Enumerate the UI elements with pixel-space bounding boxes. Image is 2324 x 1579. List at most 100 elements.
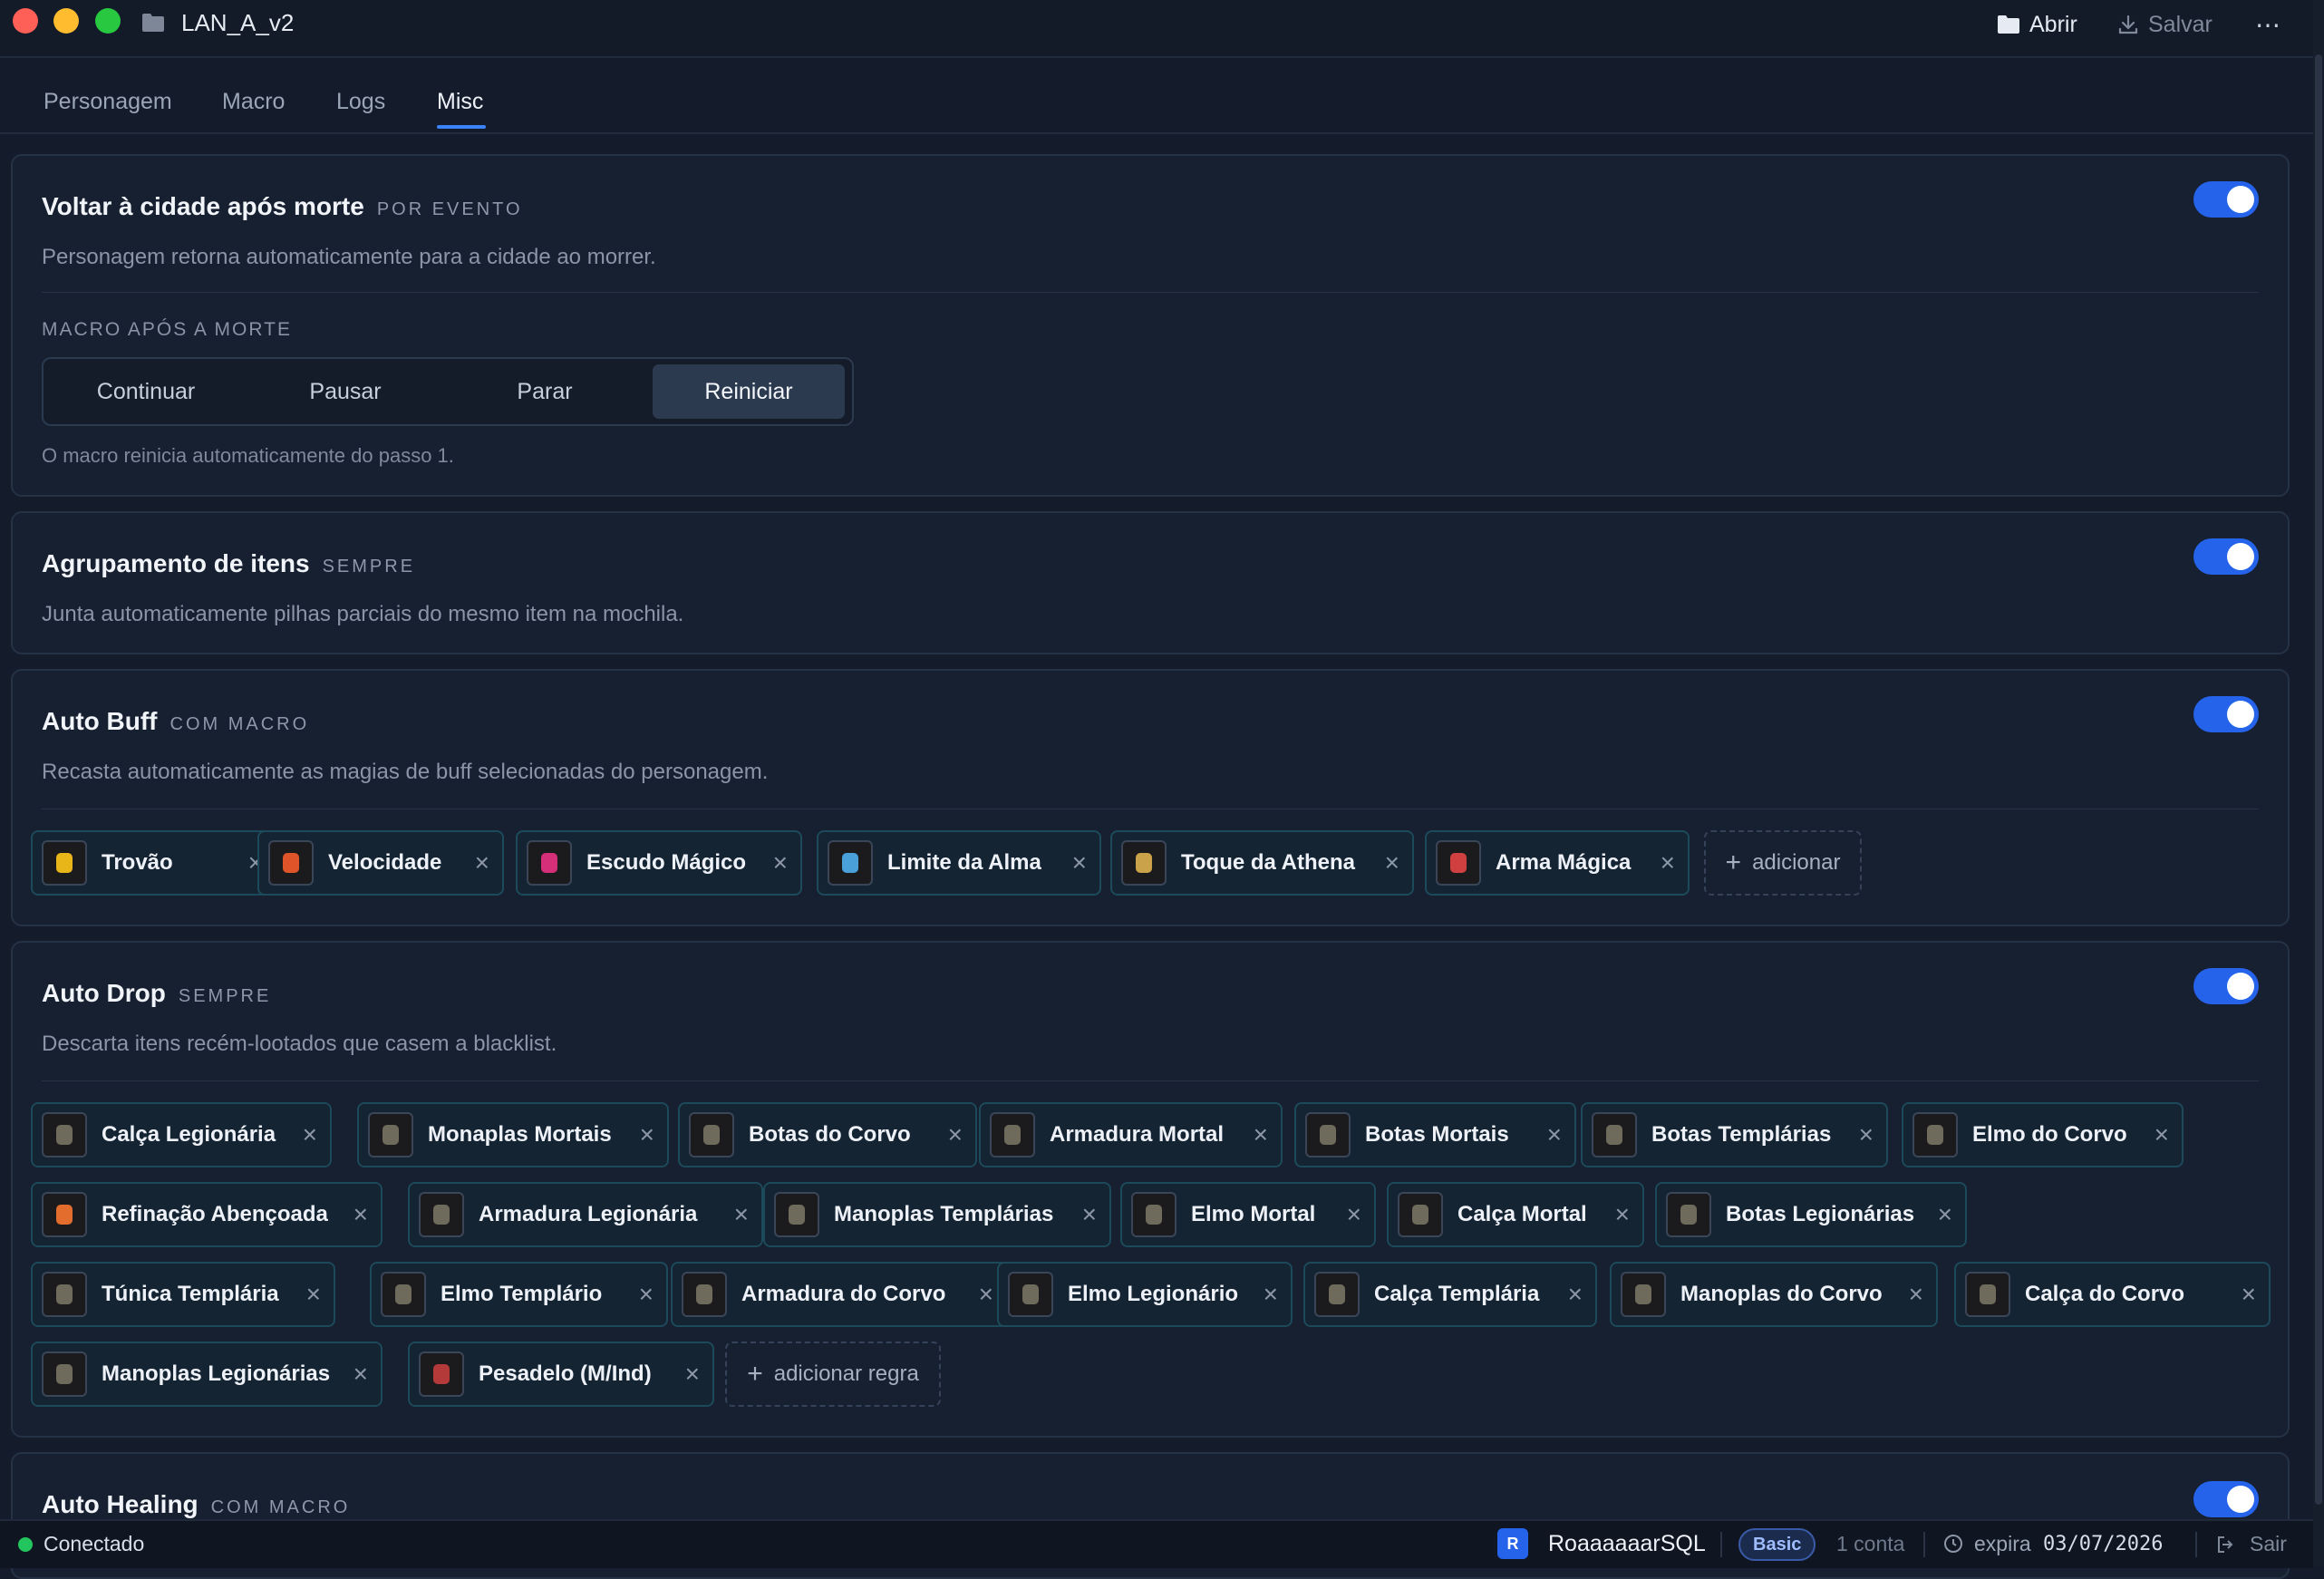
- item-label: Calça Mortal: [1457, 1202, 1587, 1226]
- item-chip[interactable]: Pesadelo (M/Ind) ×: [408, 1342, 714, 1407]
- item-chip[interactable]: Botas Mortais ×: [1294, 1102, 1576, 1167]
- buff-title-text: Auto Buff: [42, 707, 158, 735]
- option-pausar[interactable]: Pausar: [248, 364, 442, 419]
- item-chip[interactable]: Trovão ×: [31, 830, 277, 896]
- remove-item-icon[interactable]: ×: [1661, 848, 1675, 878]
- minimize-window-button[interactable]: [53, 8, 79, 34]
- item-chip[interactable]: Escudo Mágico ×: [516, 830, 802, 896]
- item-label: Pesadelo (M/Ind): [479, 1361, 652, 1386]
- item-icon: [1592, 1112, 1637, 1158]
- remove-item-icon[interactable]: ×: [773, 848, 788, 878]
- remove-item-icon[interactable]: ×: [2242, 1279, 2256, 1310]
- item-icon: [1008, 1272, 1053, 1317]
- remove-item-icon[interactable]: ×: [640, 1119, 654, 1150]
- grouping-toggle[interactable]: [2193, 538, 2259, 575]
- tab-logs[interactable]: Logs: [336, 89, 385, 115]
- remove-item-icon[interactable]: ×: [1547, 1119, 1562, 1150]
- item-chip[interactable]: Manoplas do Corvo ×: [1610, 1262, 1938, 1327]
- item-chip[interactable]: Manoplas Legionárias ×: [31, 1342, 382, 1407]
- buff-toggle[interactable]: [2193, 696, 2259, 732]
- item-chip[interactable]: Túnica Templária ×: [31, 1262, 335, 1327]
- remove-item-icon[interactable]: ×: [1909, 1279, 1923, 1310]
- item-chip[interactable]: Velocidade ×: [257, 830, 504, 896]
- item-chip[interactable]: Calça Templária ×: [1303, 1262, 1597, 1327]
- item-chip[interactable]: Elmo do Corvo ×: [1902, 1102, 2184, 1167]
- item-chip[interactable]: Refinação Abençoada ×: [31, 1182, 382, 1247]
- remove-item-icon[interactable]: ×: [1072, 848, 1087, 878]
- item-label: Botas Templárias: [1651, 1122, 1832, 1147]
- item-chip[interactable]: Calça Mortal ×: [1387, 1182, 1644, 1247]
- remove-item-icon[interactable]: ×: [979, 1279, 993, 1310]
- item-label: Túnica Templária: [102, 1282, 279, 1306]
- item-chip[interactable]: Botas Templárias ×: [1581, 1102, 1888, 1167]
- remove-item-icon[interactable]: ×: [353, 1199, 368, 1230]
- item-chip[interactable]: Botas do Corvo ×: [678, 1102, 977, 1167]
- healing-toggle[interactable]: [2193, 1481, 2259, 1517]
- remove-item-icon[interactable]: ×: [1264, 1279, 1278, 1310]
- item-chip[interactable]: Armadura Legionária ×: [408, 1182, 763, 1247]
- item-chip[interactable]: Limite da Alma ×: [817, 830, 1101, 896]
- item-chip[interactable]: Toque da Athena ×: [1110, 830, 1414, 896]
- remove-item-icon[interactable]: ×: [1347, 1199, 1361, 1230]
- macro-after-death-selector: Continuar Pausar Parar Reiniciar: [42, 357, 854, 426]
- remove-item-icon[interactable]: ×: [685, 1359, 700, 1390]
- item-icon: [42, 1272, 87, 1317]
- remove-item-icon[interactable]: ×: [734, 1199, 749, 1230]
- option-continuar[interactable]: Continuar: [49, 364, 243, 419]
- item-chip[interactable]: Botas Legionárias ×: [1655, 1182, 1967, 1247]
- item-chip[interactable]: Calça Legionária ×: [31, 1102, 332, 1167]
- option-reiniciar[interactable]: Reiniciar: [653, 364, 845, 419]
- more-options-button[interactable]: ⋯: [2255, 9, 2280, 40]
- connection-status: Conectado: [44, 1532, 145, 1555]
- drop-toggle[interactable]: [2193, 968, 2259, 1004]
- death-toggle[interactable]: [2193, 181, 2259, 218]
- item-chip[interactable]: Armadura do Corvo ×: [671, 1262, 1008, 1327]
- remove-item-icon[interactable]: ×: [948, 1119, 963, 1150]
- remove-item-icon[interactable]: ×: [1082, 1199, 1097, 1230]
- remove-item-icon[interactable]: ×: [306, 1279, 321, 1310]
- remove-item-icon[interactable]: ×: [1568, 1279, 1583, 1310]
- open-button[interactable]: Abrir: [1997, 9, 2077, 40]
- logout-button[interactable]: Sair: [2250, 1532, 2287, 1556]
- remove-item-icon[interactable]: ×: [1859, 1119, 1874, 1150]
- tab-macro[interactable]: Macro: [222, 89, 285, 115]
- remove-item-icon[interactable]: ×: [1385, 848, 1399, 878]
- remove-item-icon[interactable]: ×: [303, 1119, 317, 1150]
- item-chip[interactable]: Manoplas Templárias ×: [763, 1182, 1111, 1247]
- account-count: 1 conta: [1836, 1532, 1905, 1555]
- close-window-button[interactable]: [13, 8, 38, 34]
- remove-item-icon[interactable]: ×: [1615, 1199, 1630, 1230]
- remove-item-icon[interactable]: ×: [1938, 1199, 1952, 1230]
- remove-item-icon[interactable]: ×: [475, 848, 489, 878]
- remove-item-icon[interactable]: ×: [639, 1279, 654, 1310]
- add-button[interactable]: + adicionar regra: [725, 1342, 941, 1407]
- remove-item-icon[interactable]: ×: [353, 1359, 368, 1390]
- save-button[interactable]: Salvar: [2117, 9, 2213, 40]
- item-chip[interactable]: Elmo Legionário ×: [997, 1262, 1293, 1327]
- option-parar[interactable]: Parar: [448, 364, 642, 419]
- item-chip[interactable]: Monaplas Mortais ×: [357, 1102, 669, 1167]
- tab-personagem[interactable]: Personagem: [44, 89, 172, 115]
- window-scrollbar[interactable]: [2313, 0, 2324, 1566]
- maximize-window-button[interactable]: [95, 8, 121, 34]
- card-auto-drop: Auto Drop SEMPRE Descarta itens recém-loo…: [11, 941, 2290, 1438]
- item-chip[interactable]: Arma Mágica ×: [1425, 830, 1690, 896]
- remove-item-icon[interactable]: ×: [1254, 1119, 1268, 1150]
- username[interactable]: RoaaaaaarSQL: [1548, 1531, 1706, 1557]
- item-label: Botas Mortais: [1365, 1122, 1509, 1147]
- item-icon: [1965, 1272, 2010, 1317]
- item-chip[interactable]: Calça do Corvo ×: [1954, 1262, 2271, 1327]
- item-label: Elmo Templário: [441, 1282, 603, 1306]
- item-icon: [527, 840, 572, 886]
- grouping-tag: SEMPRE: [322, 557, 416, 576]
- healing-tag: COM MACRO: [210, 1497, 351, 1517]
- item-chip[interactable]: Armadura Mortal ×: [979, 1102, 1283, 1167]
- tab-misc[interactable]: Misc: [437, 89, 483, 115]
- scrollbar-thumb[interactable]: [2315, 54, 2322, 1505]
- item-label: Armadura Mortal: [1050, 1122, 1225, 1147]
- death-title-text: Voltar à cidade após morte: [42, 192, 364, 220]
- remove-item-icon[interactable]: ×: [2155, 1119, 2169, 1150]
- add-button[interactable]: + adicionar: [1704, 830, 1862, 896]
- item-chip[interactable]: Elmo Mortal ×: [1120, 1182, 1376, 1247]
- item-chip[interactable]: Elmo Templário ×: [370, 1262, 668, 1327]
